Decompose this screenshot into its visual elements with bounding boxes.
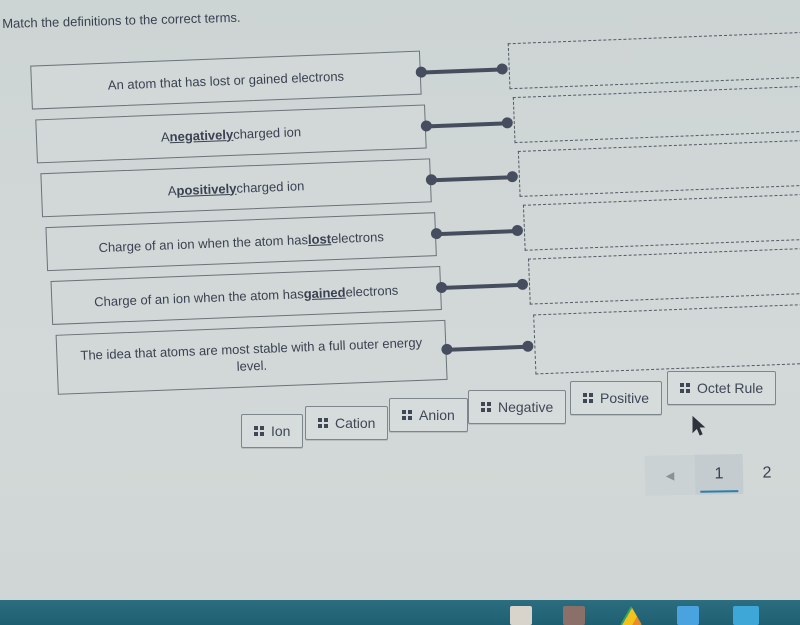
definition-text: An atom that has lost or gained electron… bbox=[107, 68, 345, 93]
definition-text-post: electrons bbox=[330, 228, 385, 246]
pagination: ◀ 1 2 3 bbox=[644, 452, 800, 496]
page-3-button[interactable]: 3 bbox=[791, 452, 800, 493]
matching-area: An atom that has lost or gained electron… bbox=[0, 0, 800, 600]
term-chip-ion[interactable]: Ion bbox=[241, 414, 304, 448]
definition-2: A negatively charged ion bbox=[35, 104, 427, 164]
definition-text-pre: Charge of an ion when the atom has bbox=[98, 231, 309, 255]
connector-4 bbox=[435, 229, 519, 237]
connector-3 bbox=[430, 175, 513, 183]
media-app-icon[interactable] bbox=[563, 606, 585, 625]
term-label: Anion bbox=[419, 407, 455, 423]
term-chip-cation[interactable]: Cation bbox=[305, 406, 389, 440]
drag-handle-icon bbox=[402, 410, 412, 420]
connector-5 bbox=[440, 282, 524, 291]
drag-handle-icon bbox=[254, 426, 264, 436]
connector-6 bbox=[446, 344, 529, 352]
files-app-icon[interactable] bbox=[510, 606, 532, 625]
definition-5: Charge of an ion when the atom has gaine… bbox=[50, 266, 442, 325]
term-label: Negative bbox=[498, 399, 554, 415]
chevron-left-icon: ◀ bbox=[665, 469, 675, 482]
screen: Match the definitions to the correct ter… bbox=[0, 0, 800, 600]
definition-text-post: charged ion bbox=[232, 123, 302, 142]
definition-1: An atom that has lost or gained electron… bbox=[30, 50, 422, 110]
definition-3: A positively charged ion bbox=[40, 158, 432, 218]
term-chip-negative[interactable]: Negative bbox=[468, 390, 567, 424]
drop-zone-4[interactable] bbox=[522, 193, 800, 251]
google-docs-icon[interactable] bbox=[677, 606, 699, 625]
definition-text: The idea that atoms are most stable with… bbox=[80, 334, 423, 374]
drop-zone-2[interactable] bbox=[512, 85, 800, 144]
definition-4: Charge of an ion when the atom has lost … bbox=[45, 212, 437, 272]
definition-emphasis: gained bbox=[303, 284, 346, 301]
term-chip-positive[interactable]: Positive bbox=[570, 381, 663, 415]
connector-2 bbox=[425, 121, 508, 129]
definition-emphasis: positively bbox=[176, 180, 237, 198]
definition-emphasis: negatively bbox=[169, 126, 234, 144]
drag-handle-icon bbox=[680, 383, 690, 393]
send-app-icon[interactable] bbox=[733, 606, 759, 625]
definition-text-post: electrons bbox=[345, 282, 399, 300]
definition-text-pre: Charge of an ion when the atom has bbox=[93, 285, 304, 309]
term-label: Octet Rule bbox=[697, 380, 764, 396]
term-label: Ion bbox=[271, 423, 291, 439]
drop-zone-3[interactable] bbox=[517, 139, 800, 197]
term-label: Cation bbox=[335, 415, 376, 431]
drag-handle-icon bbox=[583, 393, 593, 403]
definition-6: The idea that atoms are most stable with… bbox=[55, 319, 448, 395]
drag-handle-icon bbox=[318, 418, 328, 428]
definition-emphasis: lost bbox=[307, 230, 332, 247]
mouse-pointer-icon bbox=[692, 416, 706, 436]
term-label: Positive bbox=[600, 390, 650, 406]
connector-1 bbox=[420, 67, 503, 75]
term-chip-octet-rule[interactable]: Octet Rule bbox=[667, 371, 777, 405]
drop-zone-5[interactable] bbox=[528, 247, 800, 305]
definition-text-post: charged ion bbox=[236, 177, 305, 196]
drop-zone-6[interactable] bbox=[533, 302, 800, 375]
previous-page-button[interactable]: ◀ bbox=[644, 454, 696, 496]
drop-zone-1[interactable] bbox=[507, 31, 800, 90]
page-2-button[interactable]: 2 bbox=[743, 453, 792, 494]
page-1-button[interactable]: 1 bbox=[694, 453, 744, 495]
drag-handle-icon bbox=[481, 402, 491, 412]
term-chip-anion[interactable]: Anion bbox=[389, 398, 468, 432]
